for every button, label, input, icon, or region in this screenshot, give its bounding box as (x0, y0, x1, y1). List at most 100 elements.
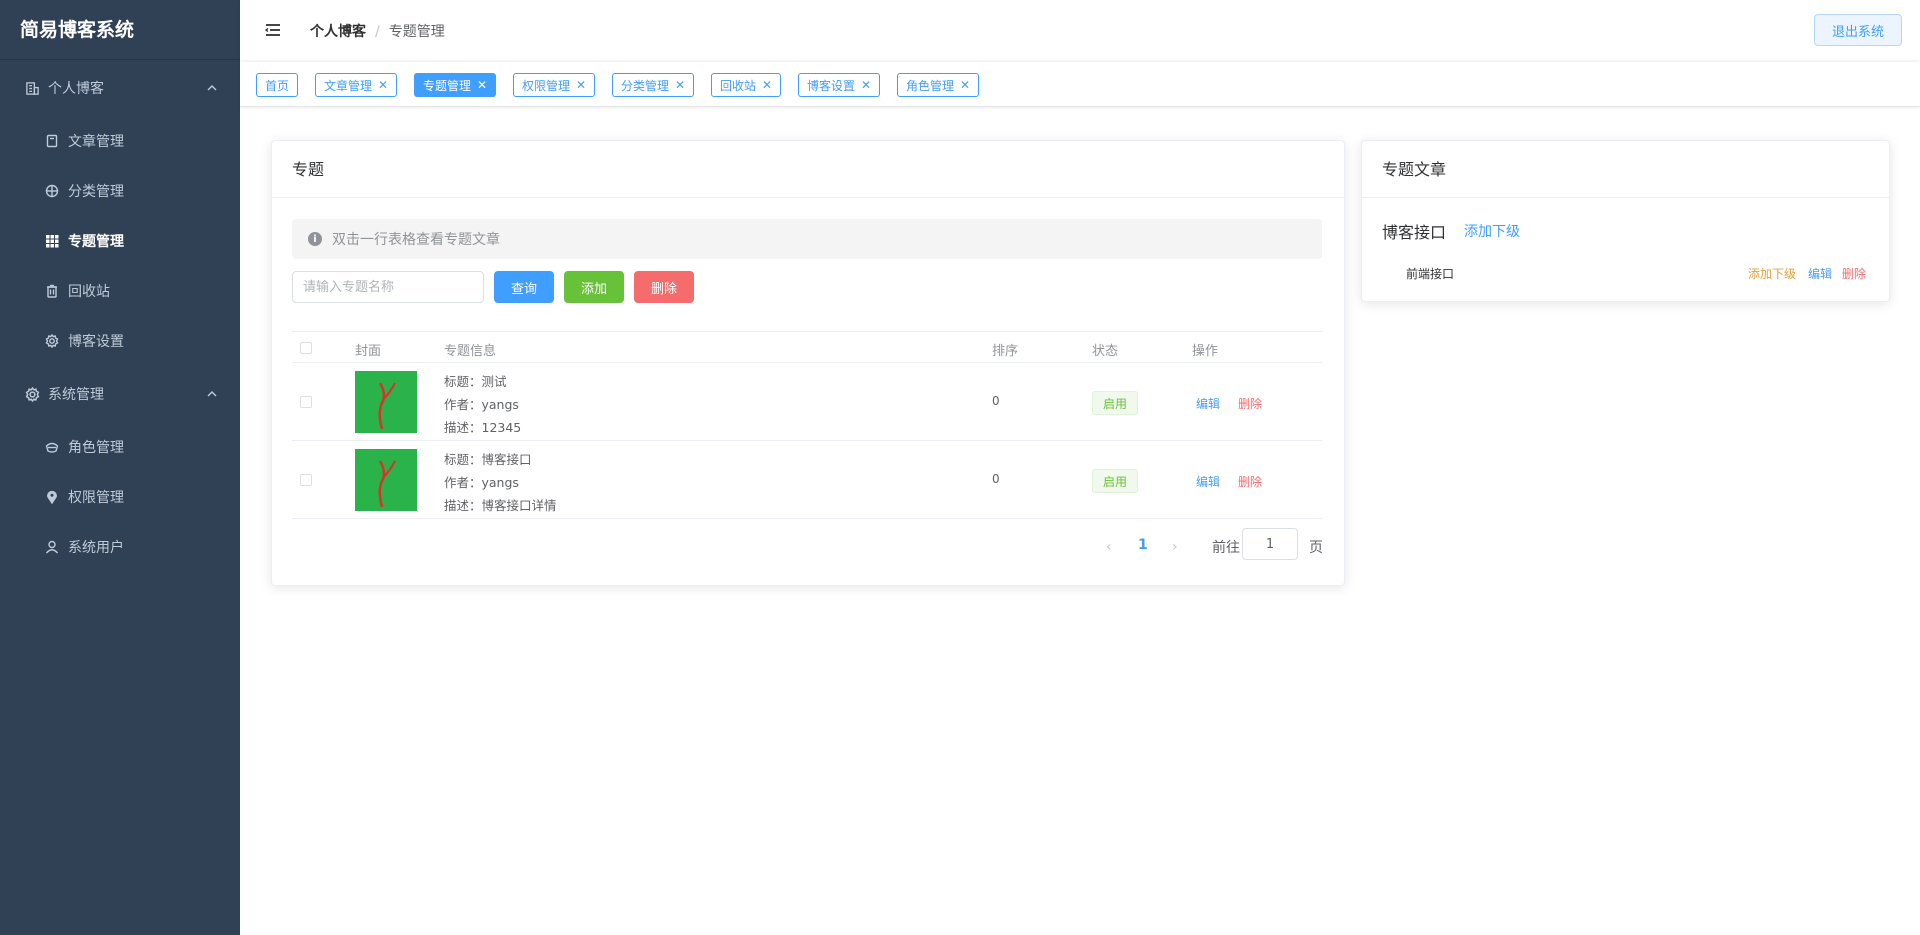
column-header[interactable]: 排序 (992, 340, 1018, 359)
topic-title: 标题：测试 (444, 374, 507, 389)
chevron-up-icon (207, 391, 217, 397)
query-button[interactable]: 查询 (494, 271, 554, 303)
tip-alert: i 双击一行表格查看专题文章 (292, 219, 1322, 259)
close-icon[interactable]: ✕ (675, 78, 685, 92)
tree-child-node[interactable]: 前端接口 (1406, 265, 1454, 282)
target-icon (44, 183, 60, 199)
add-child-link[interactable]: 添加下级 (1748, 265, 1796, 282)
info-icon: i (308, 232, 322, 246)
grid-icon (44, 233, 60, 249)
edit-link[interactable]: 编辑 (1808, 265, 1832, 282)
breadcrumb: 个人博客 / 专题管理 (310, 21, 445, 41)
tree-root-node[interactable]: 博客接口 (1382, 219, 1446, 243)
tag-home[interactable]: 首页 (256, 73, 299, 97)
tag-topics[interactable]: 专题管理 ✕ (414, 73, 497, 97)
add-button[interactable]: 添加 (564, 271, 624, 303)
breadcrumb-item-current: 专题管理 (388, 24, 445, 40)
add-child-link[interactable]: 添加下级 (1464, 221, 1520, 241)
table-row[interactable]: 标题：测试 作者：yangs 描述：12345 0 启用 编辑 删除 (292, 363, 1322, 441)
topic-cover-image (355, 449, 417, 511)
tag-label: 回收站 (720, 78, 757, 93)
select-all-checkbox[interactable] (300, 342, 312, 354)
sidebar-item-label: 博客设置 (68, 334, 124, 350)
tag-articles[interactable]: 文章管理 ✕ (315, 73, 398, 97)
tag-label: 文章管理 (324, 78, 373, 93)
next-page-icon[interactable]: › (1172, 539, 1178, 555)
pager-current-page[interactable]: 1 (1138, 537, 1148, 553)
tag-label: 分类管理 (621, 78, 670, 93)
edit-link[interactable]: 编辑 (1196, 395, 1220, 412)
tag-roles[interactable]: 角色管理 ✕ (897, 73, 980, 97)
topic-articles-card: 专题文章 博客接口 添加下级 前端接口 添加下级 编辑 删除 (1361, 140, 1890, 302)
delete-button[interactable]: 删除 (634, 271, 694, 303)
hamburger-icon[interactable] (264, 21, 282, 39)
sidebar-item-label: 文章管理 (68, 134, 124, 150)
close-icon[interactable]: ✕ (762, 78, 772, 92)
sidebar: 简易博客系统 个人博客 文章管理 分类管理 专题管理 回收站 博客设置 系统管理… (0, 0, 240, 935)
column-header: 专题信息 (444, 344, 497, 359)
pager-goto-label: 前往 (1212, 540, 1240, 556)
tag-label: 角色管理 (906, 78, 955, 93)
table-header: 封面 专题信息 排序 状态 操作 (292, 331, 1322, 363)
tag-blog-settings[interactable]: 博客设置 ✕ (798, 73, 881, 97)
topic-description: 描述：博客接口详情 (444, 498, 557, 513)
tag-permissions[interactable]: 权限管理 ✕ (513, 73, 596, 97)
close-icon[interactable]: ✕ (861, 78, 871, 92)
sidebar-item-topics[interactable]: 专题管理 (0, 216, 240, 266)
menu-group-label: 个人博客 (48, 81, 104, 97)
topic-info: 标题：测试 作者：yangs 描述：12345 (444, 370, 521, 439)
user-icon (44, 539, 60, 555)
trash-icon (44, 283, 60, 299)
logout-button[interactable]: 退出系统 (1814, 14, 1902, 46)
close-icon[interactable]: ✕ (576, 78, 586, 92)
topics-card: 专题 i 双击一行表格查看专题文章 查询 添加 删除 封面 专题信息 排序 状态… (271, 140, 1345, 586)
sidebar-item-label: 角色管理 (68, 440, 124, 456)
breadcrumb-separator: / (375, 24, 380, 40)
menu-group-personal-blog[interactable]: 个人博客 (0, 60, 240, 116)
topic-search-input[interactable] (292, 271, 484, 303)
tags-view: 首页 文章管理 ✕ 专题管理 ✕ 权限管理 ✕ 分类管理 ✕ 回收站 ✕ 博客设置 ✕ 角色… (240, 62, 1920, 107)
topic-articles-card-title: 专题文章 (1362, 141, 1889, 198)
gear-icon (24, 386, 40, 402)
sidebar-item-roles[interactable]: 角色管理 (0, 422, 240, 472)
app-brand: 简易博客系统 (0, 0, 240, 60)
sidebar-item-categories[interactable]: 分类管理 (0, 166, 240, 216)
sidebar-item-recycle-bin[interactable]: 回收站 (0, 266, 240, 316)
pager-page-suffix: 页 (1309, 540, 1323, 556)
breadcrumb-item[interactable]: 个人博客 (310, 24, 366, 40)
delete-link[interactable]: 删除 (1238, 395, 1262, 412)
close-icon[interactable]: ✕ (960, 78, 970, 92)
delete-link[interactable]: 删除 (1238, 473, 1262, 490)
topics-card-title: 专题 (272, 141, 1344, 198)
sidebar-item-articles[interactable]: 文章管理 (0, 116, 240, 166)
close-icon[interactable]: ✕ (477, 78, 487, 92)
sidebar-item-permissions[interactable]: 权限管理 (0, 472, 240, 522)
row-checkbox[interactable] (300, 396, 312, 408)
column-header: 封面 (355, 344, 382, 359)
pin-icon (44, 489, 60, 505)
column-header: 状态 (1092, 344, 1119, 359)
row-checkbox[interactable] (300, 474, 312, 486)
status-badge: 启用 (1092, 391, 1139, 415)
close-icon[interactable]: ✕ (378, 78, 388, 92)
sidebar-item-system-users[interactable]: 系统用户 (0, 522, 240, 572)
edit-link[interactable]: 编辑 (1196, 473, 1220, 490)
chevron-up-icon (207, 85, 217, 91)
menu-group-system[interactable]: 系统管理 (0, 366, 240, 422)
tag-categories[interactable]: 分类管理 ✕ (612, 73, 695, 97)
topic-sort: 0 (992, 394, 1000, 408)
sidebar-item-blog-settings[interactable]: 博客设置 (0, 316, 240, 366)
main-content: 专题 i 双击一行表格查看专题文章 查询 添加 删除 封面 专题信息 排序 状态… (254, 124, 1904, 604)
delete-link[interactable]: 删除 (1842, 265, 1866, 282)
sidebar-item-label: 专题管理 (68, 234, 124, 250)
prev-page-icon[interactable]: ‹ (1106, 539, 1112, 555)
gear-icon (44, 333, 60, 349)
sidebar-item-label: 分类管理 (68, 184, 124, 200)
pager-goto-input[interactable] (1242, 528, 1298, 560)
tag-recycle-bin[interactable]: 回收站 ✕ (711, 73, 782, 97)
table-row[interactable]: 标题：博客接口 作者：yangs 描述：博客接口详情 0 启用 编辑 删除 (292, 441, 1322, 519)
sidebar-item-label: 回收站 (68, 284, 110, 300)
status-badge: 启用 (1092, 469, 1139, 493)
menu-group-label: 系统管理 (48, 387, 104, 403)
tag-label: 权限管理 (522, 78, 571, 93)
